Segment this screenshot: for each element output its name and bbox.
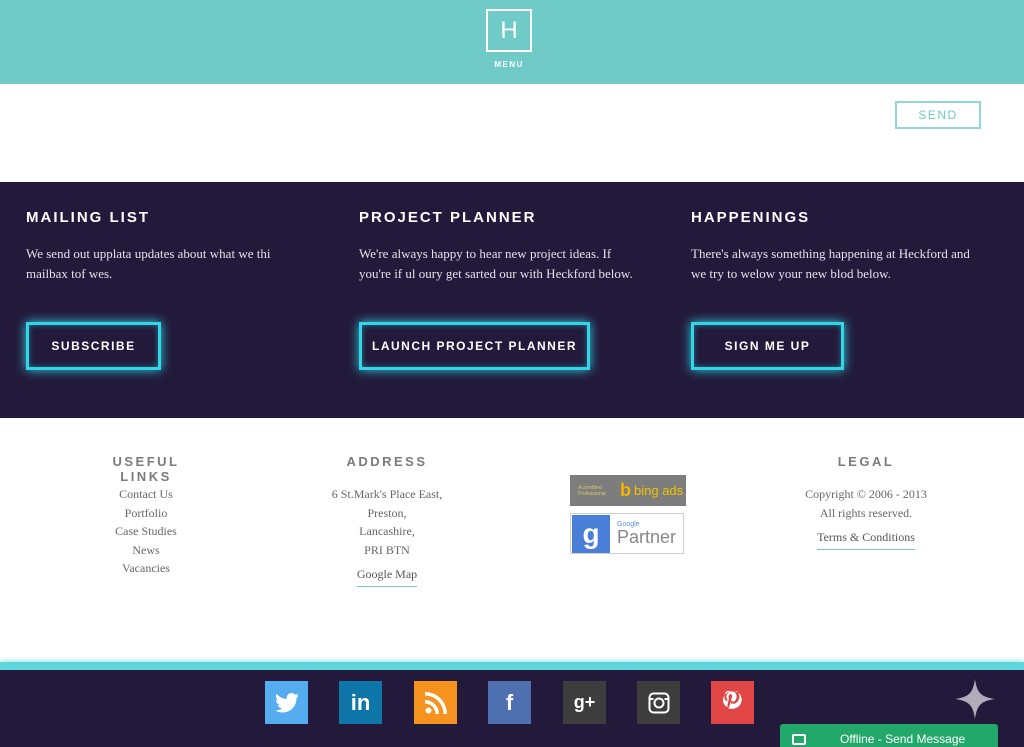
footer-link-news[interactable]: News [86,541,206,560]
footer-link-portfolio[interactable]: Portfolio [86,504,206,523]
mailing-list-text: We send out upplata updates about what w… [26,246,271,281]
partner-text: Partner [617,527,677,547]
project-planner-text: We're always happy to hear new project i… [359,246,633,281]
bing-logo-icon: b [620,480,631,500]
subscribe-button[interactable]: SUBSCRIBE [26,322,161,370]
twitter-icon[interactable] [265,681,308,724]
address-list: 6 St.Mark's Place East, Preston, Lancash… [317,485,457,587]
offline-chat-button[interactable]: Offline - Send Message [780,724,998,747]
menu-logo-button[interactable]: H [486,9,532,52]
happenings-title: HAPPENINGS [691,209,811,226]
offline-chat-label: Offline - Send Message [840,732,966,746]
address-line: Preston, [367,505,407,520]
address-line: Lancashire, [359,524,415,538]
google-plus-icon[interactable]: g+ [563,681,606,724]
mailing-list-title: MAILING LIST [26,209,150,226]
chat-bubble-icon [792,733,806,745]
bing-ads-badge[interactable]: Accredited Professional b bing ads [570,475,686,506]
footer-link-case-studies[interactable]: Case Studies [86,522,206,541]
rights-text: All rights reserved. [819,505,913,520]
address-title: ADDRESS [346,454,428,469]
sparkle-icon [955,679,995,719]
google-map-link[interactable]: Google Map [356,565,418,587]
useful-links-list: Contact Us Portfolio Case Studies News V… [86,485,206,578]
legal-list: Copyright © 2006 - 2013 All rights reser… [786,485,946,550]
google-partner-badge[interactable]: g Google Partner [570,513,684,554]
google-g-icon: g [572,514,610,553]
pinterest-icon[interactable] [711,681,754,724]
useful-links-title: USEFUL LINKS [112,454,180,484]
terms-conditions-link[interactable]: Terms & Conditions [817,528,915,550]
site-header: H MENU [0,0,1024,84]
project-planner-title: PROJECT PLANNER [359,209,537,226]
copyright-text: Copyright © 2006 - 2013 [805,487,927,501]
footer-link-contact[interactable]: Contact Us [86,485,206,504]
menu-label[interactable]: MENU [476,60,542,69]
social-bar-accent [0,662,1024,670]
bing-accredited-text: Accredited Professional [578,484,606,497]
facebook-icon[interactable]: f [488,681,531,724]
bing-ads-text: bing ads [634,483,684,498]
sign-me-up-button[interactable]: SIGN ME UP [691,322,844,370]
linkedin-icon[interactable]: in [339,681,382,724]
instagram-icon[interactable] [637,681,680,724]
launch-project-planner-button[interactable]: LAUNCH PROJECT PLANNER [359,322,590,370]
address-line: 6 St.Mark's Place East, [331,487,443,501]
cta-section: MAILING LIST We send out upplata updates… [0,182,1024,418]
happenings-text: There's always something happening at He… [691,246,970,281]
legal-title: LEGAL [837,454,895,469]
rss-icon[interactable] [414,681,457,724]
address-line: PRI BTN [364,542,410,557]
send-button[interactable]: SEND [895,101,981,129]
footer-link-vacancies[interactable]: Vacancies [86,559,206,578]
